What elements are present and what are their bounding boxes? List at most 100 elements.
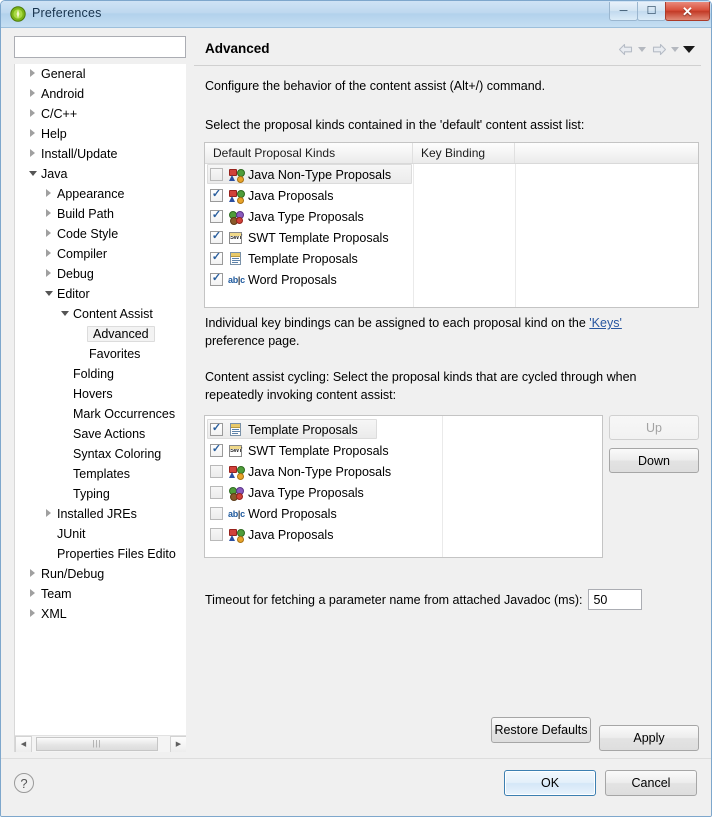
help-icon[interactable]: ? [14, 773, 34, 793]
tree-expand-chevron-right-icon[interactable] [25, 609, 40, 619]
checkbox-checked[interactable]: ✓ [210, 189, 223, 202]
checkbox-unchecked[interactable] [210, 486, 223, 499]
tree-expand-chevron-right-icon[interactable] [41, 249, 56, 259]
tree-expand-chevron-right-icon[interactable] [25, 589, 40, 599]
back-dropdown-chevron-down-icon[interactable] [638, 47, 646, 52]
tree-expand-chevron-right-icon[interactable] [41, 509, 56, 519]
javadoc-timeout-input[interactable] [588, 589, 643, 610]
apply-button[interactable]: Apply [599, 725, 699, 751]
checkbox-checked[interactable]: ✓ [210, 423, 223, 436]
sidebar-item-android[interactable]: Android [15, 84, 186, 104]
sidebar-item-c-c[interactable]: C/C++ [15, 104, 186, 124]
sidebar-item-content-assist[interactable]: Content Assist [15, 304, 186, 324]
table-row[interactable]: ✓ Java Proposals [205, 185, 698, 206]
table-row[interactable]: Java Non-Type Proposals [205, 461, 602, 482]
tree-expand-chevron-right-icon[interactable] [25, 149, 40, 159]
cycling-proposal-kinds-table[interactable]: ✓ Template Proposals ✓ SWT SWT Template Prop… [204, 415, 603, 558]
table-row[interactable]: ✓ Template Proposals [205, 419, 602, 440]
table-row[interactable]: Java Proposals [205, 524, 602, 545]
tree-expand-chevron-right-icon[interactable] [25, 569, 40, 579]
table-row[interactable]: ✓ Template Proposals [205, 248, 698, 269]
tree-collapse-chevron-down-icon[interactable] [25, 170, 40, 178]
checkbox-checked[interactable]: ✓ [210, 444, 223, 457]
cancel-button[interactable]: Cancel [605, 770, 697, 796]
sidebar-item-debug[interactable]: Debug [15, 264, 186, 284]
sidebar-item-xml[interactable]: XML [15, 604, 186, 624]
tree-expand-chevron-right-icon[interactable] [41, 229, 56, 239]
table-row[interactable]: ✓ ab|c Word Proposals [205, 269, 698, 290]
sidebar-item-run-debug[interactable]: Run/Debug [15, 564, 186, 584]
tree-collapse-chevron-down-icon[interactable] [41, 290, 56, 298]
tree-expand-chevron-right-icon[interactable] [25, 69, 40, 79]
sidebar-item-editor[interactable]: Editor [15, 284, 186, 304]
sidebar-item-properties-files-edito[interactable]: Properties Files Edito [15, 544, 186, 564]
search-input[interactable] [15, 37, 185, 57]
scroll-right-arrow-icon[interactable]: ▶ [170, 735, 186, 752]
table-row[interactable]: ✓ Java Type Proposals [205, 206, 698, 227]
tree-expand-chevron-right-icon[interactable] [25, 89, 40, 99]
sidebar-item-code-style[interactable]: Code Style [15, 224, 186, 244]
scrollbar-track[interactable]: ||| [32, 735, 170, 752]
default-proposal-kinds-table[interactable]: Default Proposal Kinds Key Binding Java … [204, 142, 699, 308]
column-header-extra[interactable] [515, 143, 698, 163]
view-menu-chevron-down-icon[interactable] [683, 46, 695, 53]
checkbox-unchecked[interactable] [210, 507, 223, 520]
move-down-button[interactable]: Down [609, 448, 699, 473]
scroll-left-arrow-icon[interactable]: ◀ [15, 735, 32, 752]
checkbox-checked[interactable]: ✓ [210, 210, 223, 223]
minimize-button[interactable]: ─ [609, 2, 638, 21]
sidebar-item-compiler[interactable]: Compiler [15, 244, 186, 264]
sidebar-item-typing[interactable]: Typing [15, 484, 186, 504]
tree-scroll-area[interactable]: General Android C/C++ Help Install/Update Jav… [15, 64, 186, 732]
checkbox-checked[interactable]: ✓ [210, 231, 223, 244]
sidebar-item-templates[interactable]: Templates [15, 464, 186, 484]
table-row[interactable]: ✓ SWT SWT Template Proposals [205, 227, 698, 248]
sidebar-item-team[interactable]: Team [15, 584, 186, 604]
column-header-key-binding[interactable]: Key Binding [413, 143, 515, 163]
sidebar-item-install-update[interactable]: Install/Update [15, 144, 186, 164]
table-row[interactable]: ✓ SWT SWT Template Proposals [205, 440, 602, 461]
ok-button[interactable]: OK [504, 770, 596, 796]
sidebar-item-installed-jres[interactable]: Installed JREs [15, 504, 186, 524]
forward-arrow-icon[interactable] [650, 42, 667, 57]
table-row[interactable]: Java Non-Type Proposals [205, 164, 698, 185]
move-up-button[interactable]: Up [609, 415, 699, 440]
back-arrow-icon[interactable] [617, 42, 634, 57]
forward-dropdown-chevron-down-icon[interactable] [671, 47, 679, 52]
tree-expand-chevron-right-icon[interactable] [41, 269, 56, 279]
tree-expand-chevron-right-icon[interactable] [25, 129, 40, 139]
table-row[interactable]: ab|c Word Proposals [205, 503, 602, 524]
sidebar-item-build-path[interactable]: Build Path [15, 204, 186, 224]
preference-tree[interactable]: General Android C/C++ Help Install/Update Jav… [14, 64, 186, 752]
sidebar-item-save-actions[interactable]: Save Actions [15, 424, 186, 444]
checkbox-unchecked[interactable] [210, 465, 223, 478]
sidebar-item-hovers[interactable]: Hovers [15, 384, 186, 404]
sidebar-item-folding[interactable]: Folding [15, 364, 186, 384]
checkbox-checked[interactable]: ✓ [210, 252, 223, 265]
restore-defaults-button[interactable]: Restore Defaults [491, 717, 591, 743]
checkbox-unchecked[interactable] [210, 528, 223, 541]
sidebar-item-junit[interactable]: JUnit [15, 524, 186, 544]
sidebar-item-java[interactable]: Java [15, 164, 186, 184]
tree-expand-chevron-right-icon[interactable] [41, 209, 56, 219]
tree-collapse-chevron-down-icon[interactable] [57, 310, 72, 318]
keys-preference-link[interactable]: 'Keys' [589, 316, 622, 330]
table-row[interactable]: Java Type Proposals [205, 482, 602, 503]
sidebar-item-help[interactable]: Help [15, 124, 186, 144]
tree-horizontal-scrollbar[interactable]: ◀ ||| ▶ [15, 735, 186, 752]
checkbox-checked[interactable]: ✓ [210, 273, 223, 286]
scrollbar-thumb[interactable]: ||| [36, 736, 158, 751]
sidebar-item-appearance[interactable]: Appearance [15, 184, 186, 204]
sidebar-item-general[interactable]: General [15, 64, 186, 84]
sidebar-item-syntax-coloring[interactable]: Syntax Coloring [15, 444, 186, 464]
sidebar-item-favorites[interactable]: Favorites [15, 344, 186, 364]
column-header-default-proposal-kinds[interactable]: Default Proposal Kinds [205, 143, 413, 163]
sidebar-item-mark-occurrences[interactable]: Mark Occurrences [15, 404, 186, 424]
filter-text-box[interactable] [14, 36, 186, 58]
maximize-button[interactable]: ☐ [637, 2, 666, 21]
sidebar-item-advanced[interactable]: Advanced [15, 324, 186, 344]
checkbox-unchecked[interactable] [210, 168, 223, 181]
tree-expand-chevron-right-icon[interactable] [25, 109, 40, 119]
tree-expand-chevron-right-icon[interactable] [41, 189, 56, 199]
close-button[interactable]: ✕ [665, 2, 710, 21]
